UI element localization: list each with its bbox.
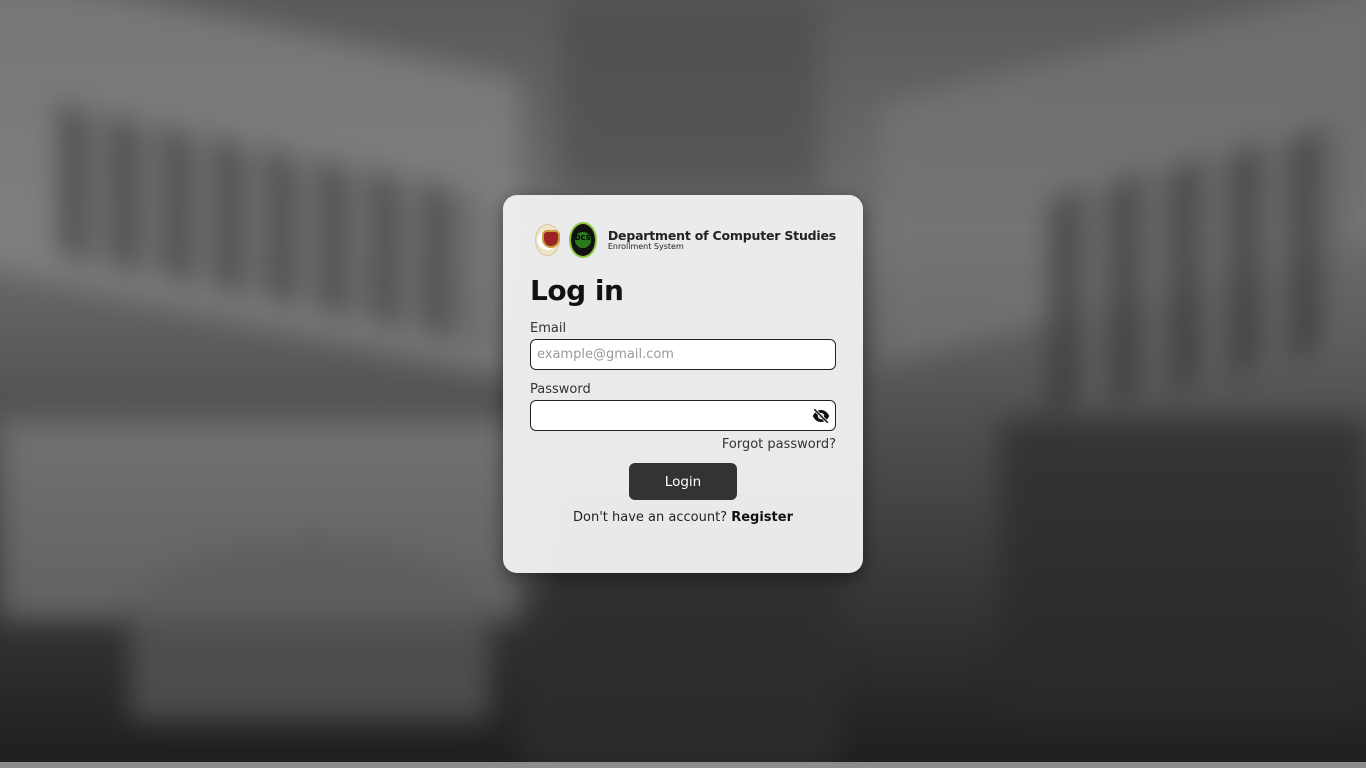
brand-header: Department of Computer Studies Enrollmen… — [530, 222, 836, 258]
bottom-strip — [0, 762, 1366, 768]
email-field[interactable] — [530, 339, 836, 370]
eye-slash-icon[interactable] — [812, 407, 830, 425]
register-link[interactable]: Register — [731, 510, 793, 525]
forgot-password-link[interactable]: Forgot password? — [530, 437, 836, 453]
email-field-wrap — [530, 339, 836, 370]
bg-shape — [520, 580, 840, 768]
dcs-logo-icon — [568, 222, 597, 258]
register-prompt: Don't have an account? — [573, 510, 728, 525]
login-card: Department of Computer Studies Enrollmen… — [503, 195, 863, 573]
brand-text: Department of Computer Studies Enrollmen… — [608, 229, 836, 251]
page-title: Log in — [530, 274, 624, 307]
password-field-wrap — [530, 400, 836, 431]
password-field[interactable] — [530, 400, 836, 431]
bg-shape — [560, 0, 820, 190]
brand-title: Department of Computer Studies — [607, 228, 836, 243]
university-seal-icon — [535, 224, 560, 256]
register-line: Don't have an account? Register — [530, 510, 836, 525]
bg-shape — [130, 540, 490, 720]
password-label: Password — [530, 382, 591, 397]
login-button[interactable]: Login — [629, 463, 737, 500]
bg-shape — [1000, 420, 1366, 720]
brand-subtitle: Enrollment System — [607, 242, 684, 251]
email-label: Email — [530, 321, 567, 336]
